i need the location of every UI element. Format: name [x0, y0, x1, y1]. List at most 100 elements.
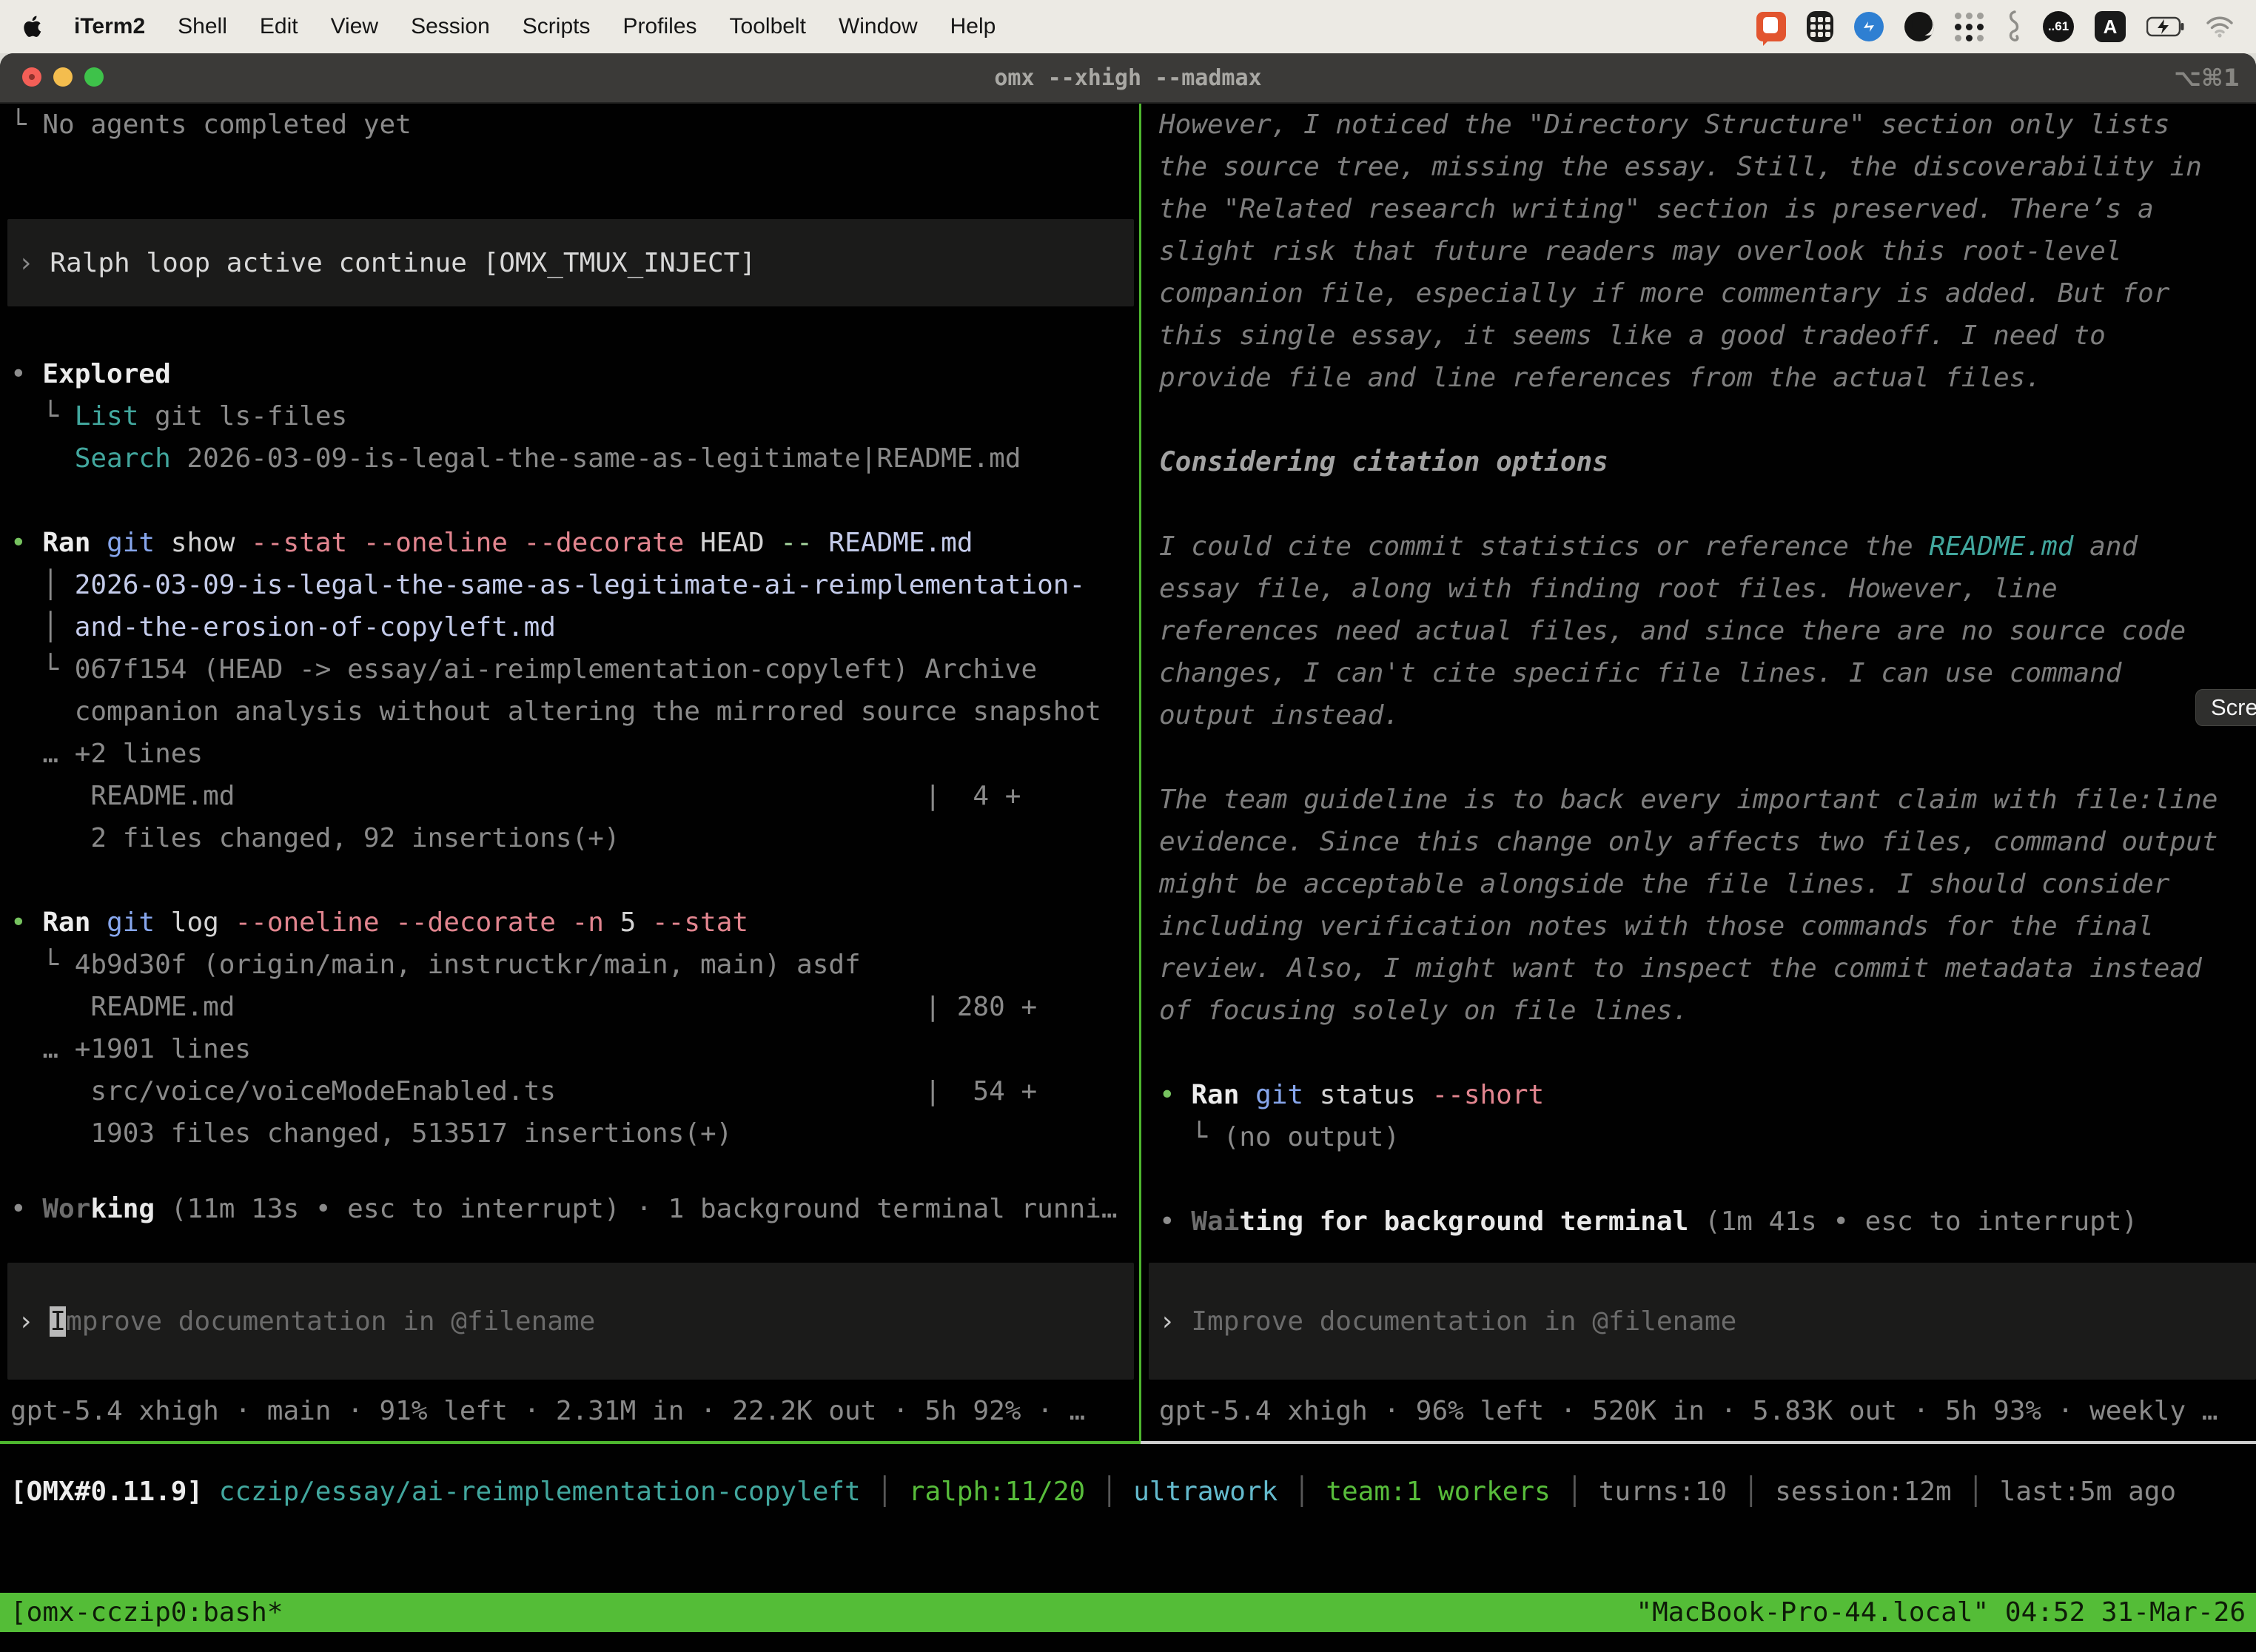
terminal-line: the "Related research writing" section i… [1159, 188, 2256, 230]
letter-a-icon[interactable]: A [2095, 11, 2126, 42]
right-input-placeholder: Improve documentation in @filename [1191, 1306, 1736, 1337]
left-pane-top-line: └ No agents completed yet [0, 104, 1149, 146]
terminal-line: the source tree, missing the essay. Stil… [1159, 146, 2256, 188]
ralph-inject-box[interactable]: › Ralph loop active continue [OMX_TMUX_I… [7, 219, 1134, 306]
terminal-line: • Working (11m 13s • esc to interrupt) ·… [10, 1188, 1149, 1230]
menu-items: iTerm2 Shell Edit View Session Scripts Profil… [22, 14, 996, 39]
terminal-line [1159, 736, 2256, 779]
screen-overlay-tooltip: Scre [2195, 689, 2256, 726]
menu-item-app[interactable]: iTerm2 [74, 14, 145, 39]
menu-item-edit[interactable]: Edit [260, 14, 298, 39]
pane-divider[interactable] [1139, 104, 1141, 1441]
screen-overlay-label: Scre [2211, 694, 2256, 721]
wifi-icon[interactable] [2206, 11, 2234, 42]
terminal-line: changes, I can't cite specific file line… [1159, 652, 2256, 694]
terminal-line: … +1901 lines [10, 1028, 1149, 1070]
terminal-line: provide file and line references from th… [1159, 357, 2256, 399]
terminal-line: └ No agents completed yet [10, 104, 1149, 146]
left-pane-log: • Explored └ List git ls-files Search 20… [0, 353, 1149, 1155]
terminal-line: … +2 lines [10, 733, 1149, 775]
blue-badge-icon[interactable] [1854, 11, 1884, 42]
terminal-line: └ 4b9d30f (origin/main, instructkr/main,… [10, 944, 1149, 986]
terminal-line: │ and-the-erosion-of-copyleft.md [10, 606, 1149, 648]
omx-status-line: [OMX#0.11.9] cczip/essay/ai-reimplementa… [0, 1471, 2256, 1513]
menu-item-window[interactable]: Window [839, 14, 918, 39]
shield-grid-icon[interactable] [1807, 11, 1833, 42]
terminal-content: └ No agents completed yet › Ralph loop a… [0, 53, 2256, 1652]
terminal-line: • Ran git show --stat --oneline --decora… [10, 522, 1149, 564]
left-cursor: I [50, 1306, 66, 1337]
terminal-line: companion file, especially if more comme… [1159, 272, 2256, 315]
terminal-line: └ List git ls-files [10, 395, 1149, 437]
terminal-line: Considering citation options [1159, 441, 2256, 483]
terminal-line: README.md | 280 + [10, 986, 1149, 1028]
menu-item-profiles[interactable]: Profiles [622, 14, 696, 39]
terminal-line: └ (no output) [1159, 1116, 2256, 1158]
active-pane-border [0, 1441, 1141, 1444]
terminal-line: essay file, along with finding root file… [1159, 568, 2256, 610]
terminal-line: • Ran git status --short [1159, 1074, 2256, 1116]
terminal-line: references need actual files, and since … [1159, 610, 2256, 652]
terminal-line: │ 2026-03-09-is-legal-the-same-as-legiti… [10, 564, 1149, 606]
terminal-line: might be acceptable alongside the file l… [1159, 863, 2256, 905]
terminal-line: src/voice/voiceModeEnabled.ts | 54 + [10, 1070, 1149, 1112]
dots-grid-icon[interactable] [1955, 11, 1984, 42]
terminal-line: • Ran git log --oneline --decorate -n 5 … [10, 901, 1149, 944]
tmux-host-clock: "MacBook-Pro-44.local" 04:52 31-Mar-26 [1636, 1597, 2246, 1628]
terminal-line [1159, 483, 2256, 526]
letter-a-label: A [2104, 16, 2118, 38]
left-input-placeholder: mprove documentation in @filename [66, 1306, 595, 1337]
terminal-line: companion analysis without altering the … [10, 691, 1149, 733]
iterm2-window: omx --xhigh --madmax ⌥⌘1 └ No agents com… [0, 53, 2256, 1652]
tmux-status-bar: [omx-cczip0:bash* "MacBook-Pro-44.local"… [0, 1593, 2256, 1632]
terminal-line [1159, 399, 2256, 441]
terminal-line: 1903 files changed, 513517 insertions(+) [10, 1112, 1149, 1155]
right-pane-log: However, I noticed the "Directory Struct… [1149, 104, 2256, 1243]
terminal-line: • Explored [10, 353, 1149, 395]
terminal-line: slight risk that future readers may over… [1159, 230, 2256, 272]
badge-61-icon[interactable]: ..61 [2043, 11, 2074, 42]
left-working-status: • Working (11m 13s • esc to interrupt) ·… [0, 1188, 1149, 1230]
terminal-line: review. Also, I might want to inspect th… [1159, 947, 2256, 990]
tmux-session-label: [omx-cczip0:bash* [10, 1597, 283, 1628]
left-prompt-input[interactable]: › Improve documentation in @filename [7, 1263, 1134, 1380]
left-prompt-chevron: › [7, 1306, 50, 1337]
squiggle-icon[interactable] [2004, 11, 2022, 42]
terminal-line: • Waiting for background terminal (1m 41… [1159, 1201, 2256, 1243]
terminal-line [10, 480, 1149, 522]
terminal-line: evidence. Since this change only affects… [1159, 821, 2256, 863]
menu-status-icons: ..61 A [1756, 11, 2234, 42]
left-model-statusline: gpt-5.4 xhigh · main · 91% left · 2.31M … [0, 1390, 1149, 1432]
terminal-line: └ 067f154 (HEAD -> essay/ai-reimplementa… [10, 648, 1149, 691]
terminal-line [10, 859, 1149, 901]
terminal-line: The team guideline is to back every impo… [1159, 779, 2256, 821]
terminal-line: I could cite commit statistics or refere… [1159, 526, 2256, 568]
terminal-line: Search 2026-03-09-is-legal-the-same-as-l… [10, 437, 1149, 480]
right-prompt-chevron: › [1149, 1306, 1191, 1337]
ralph-inject-line: › Ralph loop active continue [OMX_TMUX_I… [7, 242, 756, 284]
menu-item-toolbelt[interactable]: Toolbelt [730, 14, 806, 39]
inactive-pane-border [1141, 1441, 2256, 1444]
terminal-line: However, I noticed the "Directory Struct… [1159, 104, 2256, 146]
terminal-line [1159, 1158, 2256, 1201]
menu-item-session[interactable]: Session [411, 14, 490, 39]
macos-menu-bar: iTerm2 Shell Edit View Session Scripts Profil… [0, 0, 2256, 53]
terminal-line: of focusing solely on file lines. [1159, 990, 2256, 1032]
terminal-line: › Ralph loop active continue [OMX_TMUX_I… [7, 242, 756, 284]
right-prompt-input[interactable]: › Improve documentation in @filename [1149, 1263, 2256, 1380]
menu-item-shell[interactable]: Shell [178, 14, 227, 39]
terminal-line [1159, 1032, 2256, 1074]
desktop: iTerm2 Shell Edit View Session Scripts Profil… [0, 0, 2256, 1652]
chat-app-icon[interactable] [1756, 11, 1786, 42]
menu-item-help[interactable]: Help [950, 14, 996, 39]
apple-icon[interactable] [22, 15, 41, 38]
menu-item-scripts[interactable]: Scripts [523, 14, 591, 39]
terminal-line: README.md | 4 + [10, 775, 1149, 817]
battery-icon[interactable] [2146, 11, 2185, 42]
terminal-line: output instead. [1159, 694, 2256, 736]
crescent-icon[interactable] [1904, 11, 1934, 42]
terminal-line: [OMX#0.11.9] cczip/essay/ai-reimplementa… [10, 1471, 2256, 1513]
badge-61-label: ..61 [2048, 19, 2069, 34]
menu-item-view[interactable]: View [331, 14, 378, 39]
right-model-statusline: gpt-5.4 xhigh · 96% left · 520K in · 5.8… [1149, 1390, 2256, 1432]
